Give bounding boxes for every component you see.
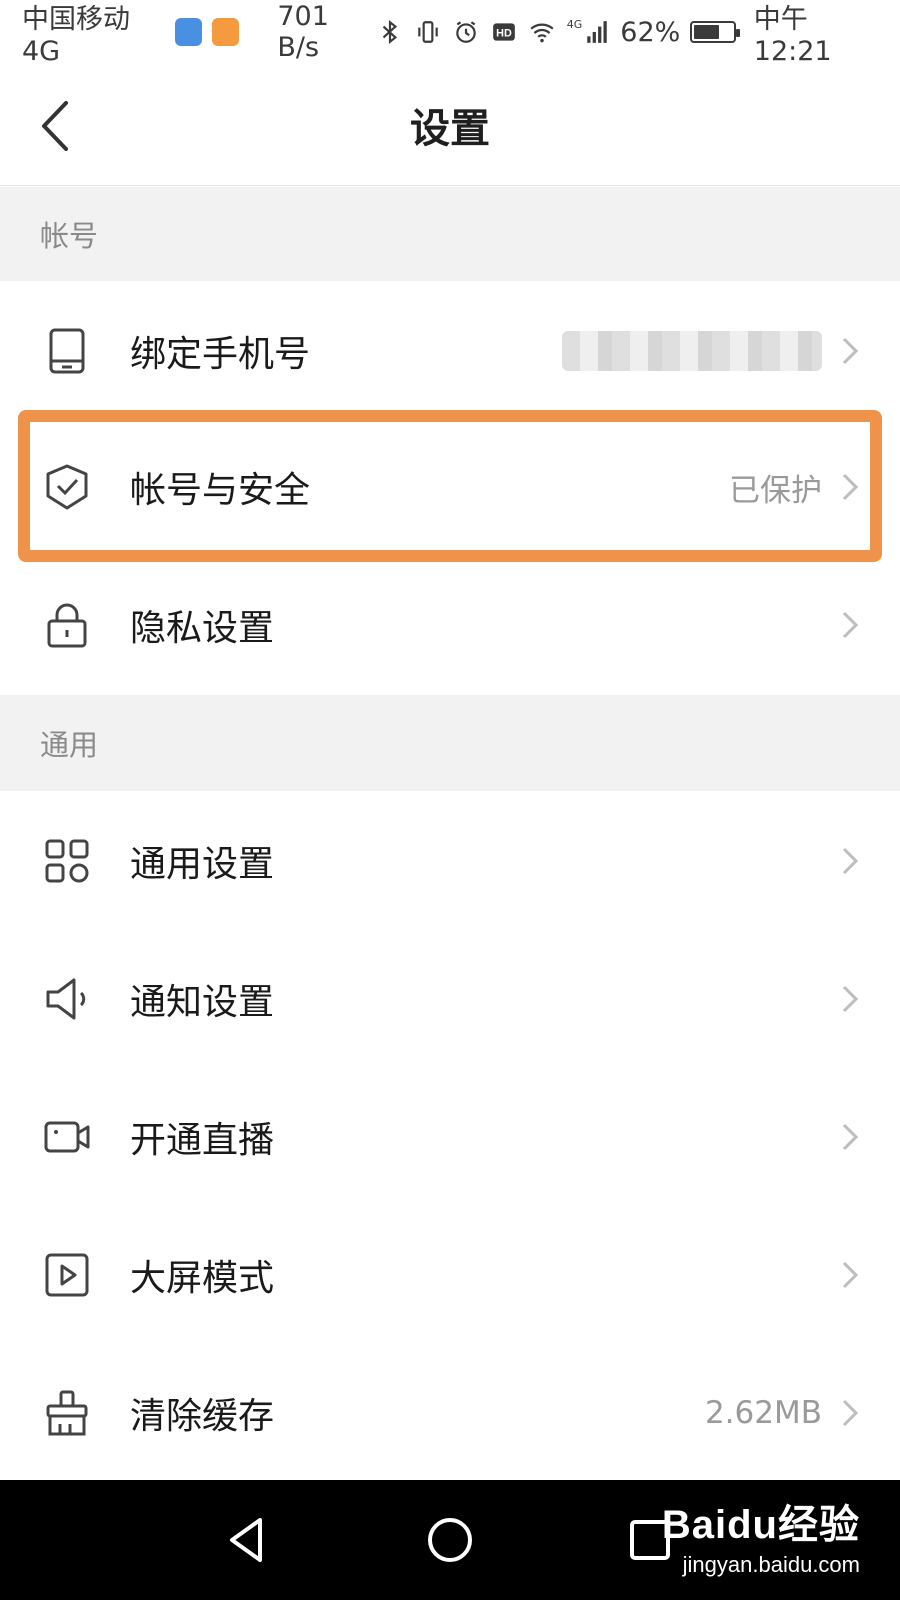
chevron-right-icon bbox=[842, 847, 859, 875]
settings-row-notifications[interactable]: 通知设置 bbox=[0, 929, 900, 1069]
svg-text:HD: HD bbox=[496, 27, 512, 39]
row-label: 清除缓存 bbox=[130, 1396, 275, 1437]
clock: 中午12:21 bbox=[753, 4, 832, 67]
carrier-label: 中国移动4G bbox=[22, 4, 130, 67]
row-value: 已保护 bbox=[729, 472, 822, 509]
chevron-right-icon bbox=[842, 985, 859, 1013]
settings-row-clear-cache[interactable]: 清除缓存 2.62MB bbox=[0, 1343, 900, 1483]
play-square-icon bbox=[45, 1253, 89, 1297]
uc-browser-icon bbox=[212, 18, 240, 46]
video-camera-icon bbox=[44, 1121, 90, 1153]
nav-home-icon[interactable] bbox=[420, 1510, 480, 1570]
battery-percent: 62% bbox=[620, 16, 681, 48]
signal-icon: 4G bbox=[567, 19, 611, 45]
network-type-badge: 4G bbox=[566, 18, 583, 31]
row-label: 帐号与安全 bbox=[130, 470, 311, 511]
hd-icon: HD bbox=[492, 23, 515, 41]
chevron-right-icon bbox=[842, 1399, 859, 1427]
watermark-logo: Baidu经验 bbox=[661, 1503, 860, 1547]
wifi-icon bbox=[530, 23, 554, 43]
chevron-right-icon bbox=[842, 337, 859, 365]
back-button[interactable] bbox=[30, 96, 80, 156]
settings-row-live-stream[interactable]: 开通直播 bbox=[0, 1067, 900, 1207]
settings-row-big-screen[interactable]: 大屏模式 bbox=[0, 1205, 900, 1345]
masked-phone-number bbox=[562, 331, 822, 371]
battery-icon bbox=[690, 21, 741, 43]
settings-row-general[interactable]: 通用设置 bbox=[0, 791, 900, 931]
chevron-right-icon bbox=[842, 1123, 859, 1151]
shield-check-icon bbox=[46, 464, 88, 510]
speaker-icon bbox=[46, 978, 86, 1020]
row-label: 通知设置 bbox=[130, 982, 275, 1023]
bluetooth-icon bbox=[382, 19, 397, 45]
network-speed: 701 B/s bbox=[277, 1, 329, 63]
section-header-general: 通用 bbox=[0, 695, 900, 791]
row-label: 通用设置 bbox=[130, 844, 275, 885]
row-label: 开通直播 bbox=[130, 1120, 275, 1161]
baidu-jingyan-watermark: Baidu经验 jingyan.baidu.com bbox=[662, 1492, 860, 1578]
chevron-right-icon bbox=[842, 473, 859, 501]
security-app-icon bbox=[174, 18, 203, 46]
chevron-right-icon bbox=[842, 1261, 859, 1289]
settings-row-account-security[interactable]: 帐号与安全 已保护 bbox=[0, 417, 900, 557]
app-header: 设置 bbox=[0, 64, 900, 186]
status-bar: 中国移动4G 701 B/s HD 4G 62% 中午12:21 bbox=[0, 0, 900, 67]
chevron-left-icon bbox=[42, 101, 68, 151]
nav-back-icon[interactable] bbox=[218, 1510, 278, 1570]
settings-row-privacy[interactable]: 隐私设置 bbox=[0, 555, 900, 695]
row-label: 隐私设置 bbox=[130, 608, 275, 649]
row-label: 大屏模式 bbox=[130, 1258, 275, 1299]
page-title: 设置 bbox=[410, 105, 490, 152]
lock-icon bbox=[47, 603, 87, 648]
alarm-icon bbox=[456, 21, 476, 43]
chevron-right-icon bbox=[842, 611, 859, 639]
phone-icon bbox=[49, 328, 85, 374]
grid-icon bbox=[45, 839, 89, 883]
system-nav-bar: Baidu经验 jingyan.baidu.com bbox=[0, 1480, 900, 1600]
vibrate-icon bbox=[418, 21, 438, 43]
row-label: 绑定手机号 bbox=[130, 334, 311, 375]
settings-row-bind-phone[interactable]: 绑定手机号 bbox=[0, 281, 900, 421]
brush-icon bbox=[46, 1390, 88, 1436]
row-value: 2.62MB bbox=[704, 1395, 822, 1431]
watermark-url: jingyan.baidu.com bbox=[682, 1552, 860, 1577]
section-header-account: 帐号 bbox=[0, 187, 900, 281]
